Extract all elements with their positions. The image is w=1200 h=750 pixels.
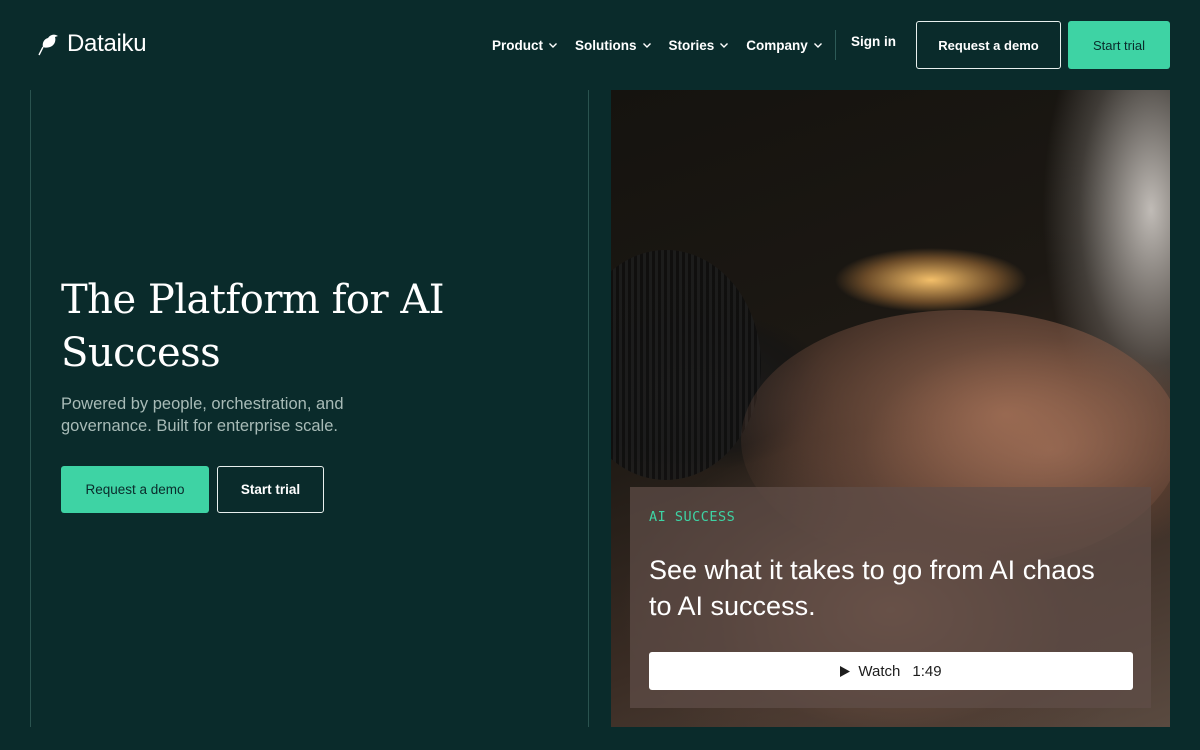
video-card-tag: AI SUCCESS — [649, 509, 736, 525]
sign-in-link[interactable]: Sign in — [851, 34, 896, 49]
video-card-headline: See what it takes to go from AI chaos to… — [649, 555, 1095, 621]
top-nav: Dataiku Product Solutions Stories Compan… — [0, 0, 1200, 90]
hero-subtitle: Powered by people, orchestration, and go… — [61, 395, 344, 435]
hero-start-trial-button[interactable]: Start trial — [217, 466, 324, 513]
chevron-down-icon — [813, 43, 822, 48]
frame-line-center — [588, 90, 589, 727]
chevron-down-icon — [720, 43, 729, 48]
nav-divider — [835, 30, 836, 60]
nav-item-product[interactable]: Product — [492, 38, 558, 53]
frame-line-left — [30, 90, 31, 727]
logo[interactable]: Dataiku — [33, 28, 147, 60]
play-icon — [840, 665, 851, 677]
bird-icon — [36, 34, 58, 56]
nav-item-solutions[interactable]: Solutions — [575, 38, 652, 53]
watch-label: Watch — [858, 662, 901, 680]
hero-request-demo-button[interactable]: Request a demo — [61, 466, 209, 513]
chevron-down-icon — [642, 43, 651, 48]
nav-request-demo-button[interactable]: Request a demo — [916, 21, 1061, 69]
camera-lens-image — [611, 250, 761, 480]
nav-item-label: Product — [492, 37, 544, 53]
brand-name: Dataiku — [67, 30, 147, 57]
nav-item-label: Company — [746, 37, 808, 53]
nav-item-label: Stories — [668, 37, 715, 53]
hero-title: The Platform for AI Success — [61, 277, 445, 376]
main-menu: Product Solutions Stories Company — [492, 34, 840, 56]
hero-video-panel[interactable]: AI SUCCESS See what it takes to go from … — [611, 90, 1170, 727]
nav-item-company[interactable]: Company — [746, 38, 823, 53]
watch-video-button[interactable]: Watch 1:49 — [649, 652, 1133, 690]
video-card: AI SUCCESS See what it takes to go from … — [630, 487, 1151, 708]
chevron-down-icon — [549, 43, 558, 48]
nav-start-trial-button[interactable]: Start trial — [1068, 21, 1170, 69]
nav-item-label: Solutions — [575, 37, 637, 53]
watch-duration: 1:49 — [912, 662, 942, 680]
nav-item-stories[interactable]: Stories — [669, 38, 730, 53]
